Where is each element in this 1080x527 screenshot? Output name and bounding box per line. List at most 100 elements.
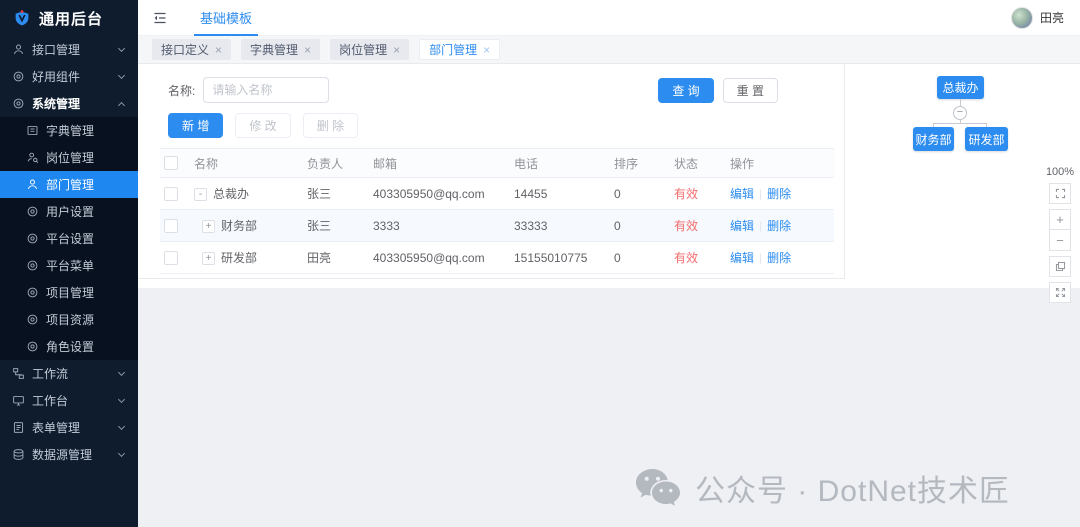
minimap-button[interactable] bbox=[1049, 256, 1071, 277]
close-icon[interactable]: × bbox=[393, 44, 400, 56]
close-icon[interactable]: × bbox=[304, 44, 311, 56]
chevron-down-icon bbox=[118, 396, 125, 403]
sidebar-item-label: 表单管理 bbox=[32, 419, 119, 436]
table-row[interactable]: +研发部 田亮 403305950@qq.com 15155010775 0 有… bbox=[160, 242, 834, 274]
select-all-checkbox[interactable] bbox=[164, 156, 178, 170]
tab-api-definition[interactable]: 接口定义 × bbox=[152, 39, 231, 60]
org-node-finance[interactable]: 财务部 bbox=[913, 127, 954, 151]
reset-button[interactable]: 重 置 bbox=[723, 78, 778, 103]
chevron-down-icon bbox=[118, 450, 125, 457]
sidebar-item-api-management[interactable]: 接口管理 bbox=[0, 36, 138, 63]
org-connector bbox=[933, 123, 987, 124]
expand-row-icon[interactable]: + bbox=[202, 220, 215, 233]
sidebar-collapse-icon[interactable] bbox=[152, 10, 168, 26]
table-row[interactable]: -总裁办 张三 403305950@qq.com 14455 0 有效 编辑|删… bbox=[160, 178, 834, 210]
name-input[interactable] bbox=[203, 77, 329, 103]
gear-icon bbox=[26, 205, 39, 218]
org-connector bbox=[960, 99, 961, 106]
close-icon[interactable]: × bbox=[483, 44, 490, 56]
avatar[interactable] bbox=[1011, 7, 1033, 29]
col-header-name: 名称 bbox=[190, 149, 303, 178]
sidebar-item-label: 平台菜单 bbox=[46, 257, 126, 274]
row-checkbox[interactable] bbox=[164, 251, 178, 265]
sidebar-item-workflow[interactable]: 工作流 bbox=[0, 360, 138, 387]
cell-phone: 15155010775 bbox=[510, 242, 610, 274]
table-row[interactable]: +财务部 张三 3333 33333 0 有效 编辑|删除 bbox=[160, 210, 834, 242]
org-node-root[interactable]: 总裁办 bbox=[937, 76, 984, 99]
sidebar-item-project-management[interactable]: 项目管理 bbox=[0, 279, 138, 306]
cell-sort: 0 bbox=[610, 178, 670, 210]
status-badge: 有效 bbox=[670, 242, 726, 274]
sidebar-item-role-settings[interactable]: 角色设置 bbox=[0, 333, 138, 360]
sidebar-item-user-settings[interactable]: 用户设置 bbox=[0, 198, 138, 225]
chevron-down-icon bbox=[118, 45, 125, 52]
delete-link[interactable]: 删除 bbox=[767, 187, 791, 201]
sidebar-item-label: 接口管理 bbox=[32, 41, 119, 58]
edit-button[interactable]: 修 改 bbox=[235, 113, 290, 138]
sidebar-item-platform-settings[interactable]: 平台设置 bbox=[0, 225, 138, 252]
add-button[interactable]: 新 增 bbox=[168, 113, 223, 138]
sidebar-item-platform-menu[interactable]: 平台菜单 bbox=[0, 252, 138, 279]
tab-label: 岗位管理 bbox=[339, 41, 387, 58]
sidebar-item-form-management[interactable]: 表单管理 bbox=[0, 414, 138, 441]
sidebar-item-label: 工作流 bbox=[32, 365, 119, 382]
sidebar-item-department-management[interactable]: 部门管理 bbox=[0, 171, 138, 198]
zoom-out-button[interactable]: − bbox=[1049, 230, 1071, 251]
tab-label: 接口定义 bbox=[161, 41, 209, 58]
watermark: 公众号 · DotNet技术匠 bbox=[634, 466, 1010, 510]
tag-bar: 接口定义 × 字典管理 × 岗位管理 × 部门管理 × bbox=[138, 36, 1080, 64]
cell-owner: 张三 bbox=[303, 210, 369, 242]
cell-sort: 0 bbox=[610, 210, 670, 242]
sidebar-item-post-management[interactable]: 岗位管理 bbox=[0, 144, 138, 171]
tab-post-management[interactable]: 岗位管理 × bbox=[330, 39, 409, 60]
database-icon bbox=[12, 448, 25, 461]
sidebar-item-dict-management[interactable]: 字典管理 bbox=[0, 117, 138, 144]
sidebar-item-components[interactable]: 好用组件 bbox=[0, 63, 138, 90]
fit-view-icon bbox=[1054, 187, 1067, 200]
org-node-rnd[interactable]: 研发部 bbox=[965, 127, 1008, 151]
shield-logo-icon bbox=[13, 8, 31, 28]
row-checkbox[interactable] bbox=[164, 219, 178, 233]
sidebar-item-project-resources[interactable]: 项目资源 bbox=[0, 306, 138, 333]
col-header-owner: 负责人 bbox=[303, 149, 369, 178]
edit-link[interactable]: 编辑 bbox=[730, 187, 754, 201]
close-icon[interactable]: × bbox=[215, 44, 222, 56]
username: 田亮 bbox=[1040, 9, 1064, 26]
sidebar-item-system-management[interactable]: 系统管理 bbox=[0, 90, 138, 117]
department-list-panel: 名称: 查 询 重 置 新 增 修 改 删 除 bbox=[138, 64, 845, 279]
app-logo: 通用后台 bbox=[0, 0, 138, 36]
gear-icon bbox=[26, 313, 39, 326]
app-title: 通用后台 bbox=[39, 8, 103, 29]
edit-link[interactable]: 编辑 bbox=[730, 251, 754, 265]
delete-link[interactable]: 删除 bbox=[767, 251, 791, 265]
delete-button[interactable]: 删 除 bbox=[303, 113, 358, 138]
sidebar-item-workbench[interactable]: 工作台 bbox=[0, 387, 138, 414]
nav-tab-base-template[interactable]: 基础模板 bbox=[194, 0, 258, 36]
tab-dict-management[interactable]: 字典管理 × bbox=[241, 39, 320, 60]
top-navbar: 基础模板 田亮 bbox=[138, 0, 1080, 36]
org-zoom-controls: 100% + − bbox=[1049, 166, 1071, 303]
tab-label: 部门管理 bbox=[429, 41, 477, 58]
main-content: 名称: 查 询 重 置 新 增 修 改 删 除 bbox=[138, 64, 1080, 527]
cell-name: 研发部 bbox=[221, 251, 257, 265]
sidebar-item-datasource-management[interactable]: 数据源管理 bbox=[0, 441, 138, 468]
org-collapse-icon[interactable]: − bbox=[953, 106, 967, 120]
tab-department-management[interactable]: 部门管理 × bbox=[419, 39, 500, 60]
status-badge: 有效 bbox=[670, 210, 726, 242]
fit-view-button[interactable] bbox=[1049, 183, 1071, 204]
delete-link[interactable]: 删除 bbox=[767, 219, 791, 233]
watermark-text: 公众号 · DotNet技术匠 bbox=[695, 466, 1010, 510]
cell-phone: 14455 bbox=[510, 178, 610, 210]
nav-tab-label: 基础模板 bbox=[200, 8, 252, 27]
zoom-in-button[interactable]: + bbox=[1049, 209, 1071, 230]
gear-icon bbox=[26, 340, 39, 353]
collapse-row-icon[interactable]: - bbox=[194, 188, 207, 201]
monitor-icon bbox=[12, 394, 25, 407]
fullscreen-button[interactable] bbox=[1049, 282, 1071, 303]
search-button[interactable]: 查 询 bbox=[658, 78, 713, 103]
sidebar-item-label: 数据源管理 bbox=[32, 446, 119, 463]
row-checkbox[interactable] bbox=[164, 187, 178, 201]
sidebar-item-label: 岗位管理 bbox=[46, 149, 126, 166]
expand-row-icon[interactable]: + bbox=[202, 252, 215, 265]
edit-link[interactable]: 编辑 bbox=[730, 219, 754, 233]
